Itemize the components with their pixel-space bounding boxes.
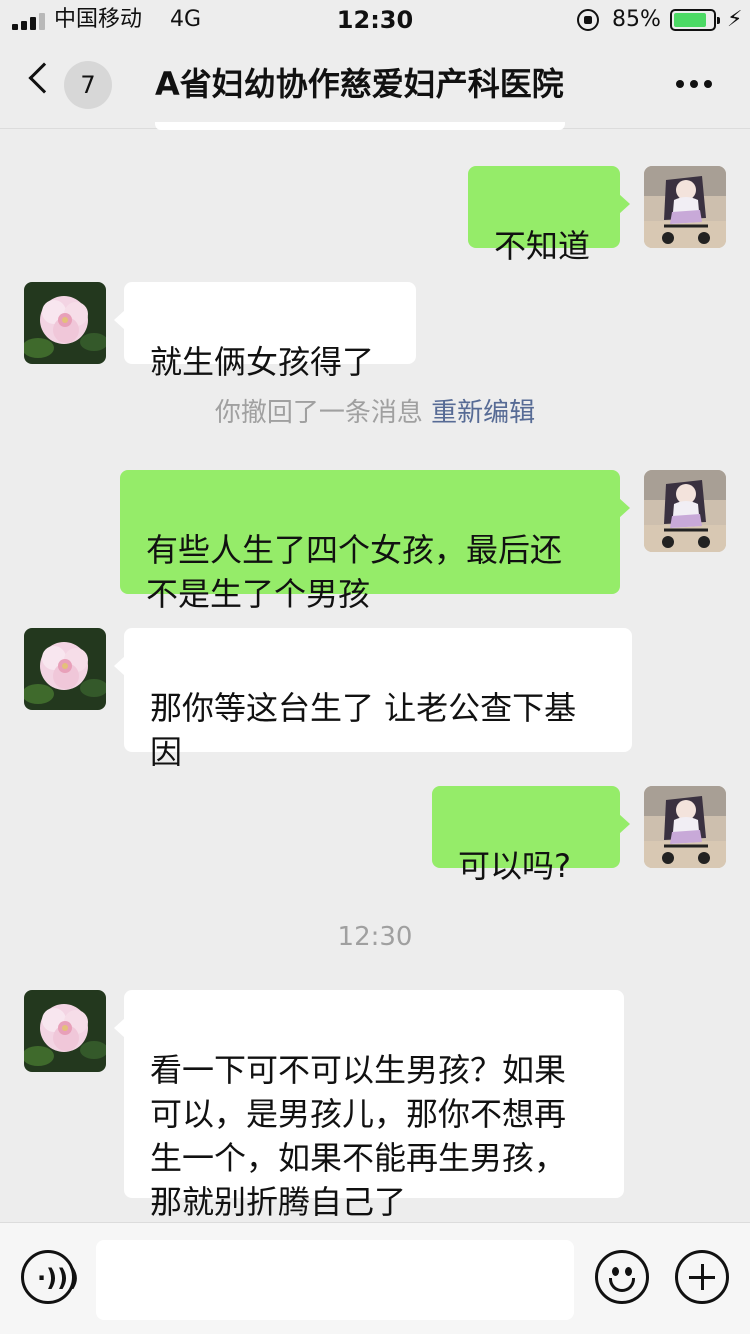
message-text: 不知道 (494, 227, 591, 265)
my-avatar[interactable] (644, 470, 726, 552)
status-bar: 中国移动 4G 12:30 85% ⚡ (0, 0, 750, 40)
outgoing-message-bubble[interactable]: 不知道 (468, 166, 630, 265)
battery-percent: 85% (612, 7, 661, 32)
contact-avatar[interactable] (24, 628, 106, 710)
message-text: 那你等这台生了 让老公查下基 因 (150, 689, 577, 771)
message-text: 可以吗? (458, 847, 571, 885)
more-options-icon[interactable] (676, 80, 714, 90)
back-icon[interactable] (28, 62, 60, 94)
previous-message-bubble (155, 122, 565, 130)
incoming-message-bubble[interactable]: 就生俩女孩得了 (114, 282, 416, 381)
battery-icon (670, 9, 720, 31)
peony-flower-photo (24, 628, 106, 710)
recall-notice: 你撤回了一条消息 重新编辑 (0, 396, 750, 430)
input-bar: ·))) (0, 1222, 750, 1334)
plus-icon[interactable] (675, 1250, 729, 1304)
my-avatar[interactable] (644, 166, 726, 248)
incoming-message-bubble[interactable]: 看一下可不可以生男孩？如果 可以，是男孩儿，那你不想再 生一个，如果不能再生男孩… (114, 990, 624, 1221)
emoji-icon[interactable] (595, 1250, 649, 1304)
baby-stroller-photo (644, 470, 726, 552)
chat-title: A省妇幼协作慈爱妇产科医院 (155, 65, 564, 103)
outgoing-message-bubble[interactable]: 可以吗? (432, 786, 630, 885)
re-edit-link[interactable]: 重新编辑 (431, 398, 535, 428)
charging-icon: ⚡ (727, 7, 743, 32)
outgoing-message-bubble[interactable]: 有些人生了四个女孩，最后还 不是生了个男孩 (120, 470, 630, 613)
chat-header: 7 A省妇幼协作慈爱妇产科医院 (0, 40, 750, 128)
message-input[interactable] (96, 1240, 574, 1320)
orientation-lock-icon (577, 9, 599, 31)
my-avatar[interactable] (644, 786, 726, 868)
baby-stroller-photo (644, 166, 726, 248)
message-text: 就生俩女孩得了 (150, 343, 375, 381)
message-text: 有些人生了四个女孩，最后还 不是生了个男孩 (146, 531, 563, 613)
unread-badge[interactable]: 7 (64, 61, 112, 109)
incoming-message-bubble[interactable]: 那你等这台生了 让老公查下基 因 (114, 628, 632, 771)
voice-icon[interactable]: ·))) (21, 1250, 79, 1304)
contact-avatar[interactable] (24, 990, 106, 1072)
contact-avatar[interactable] (24, 282, 106, 364)
recall-text: 你撤回了一条消息 (214, 398, 423, 428)
message-text: 看一下可不可以生男孩？如果 可以，是男孩儿，那你不想再 生一个，如果不能再生男孩… (150, 1051, 567, 1221)
baby-stroller-photo (644, 786, 726, 868)
message-timestamp: 12:30 (337, 922, 413, 952)
battery-fill (674, 13, 707, 27)
peony-flower-photo (24, 282, 106, 364)
peony-flower-photo (24, 990, 106, 1072)
